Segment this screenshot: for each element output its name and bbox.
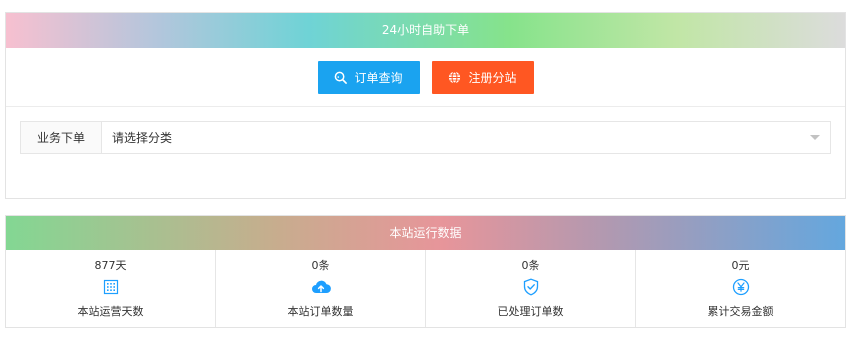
stat-operating-days: 877天 本站运营天数 <box>6 250 216 327</box>
stat-total-amount: 0元 累计交易金额 <box>636 250 845 327</box>
globe-icon <box>448 70 461 84</box>
order-panel: 24小时自助下单 订单查询 注册分站 业务下单 请选择分类 <box>5 12 846 199</box>
stats-panel: 本站运行数据 877天 本站运营天数 0条 本站订单数量 0条 已处理订单数 0… <box>5 215 846 328</box>
search-icon <box>334 71 348 84</box>
chevron-down-icon <box>810 135 820 140</box>
yen-circle-icon <box>732 276 750 298</box>
stat-value: 877天 <box>94 259 127 272</box>
order-query-label: 订单查询 <box>354 70 403 85</box>
order-button-row: 订单查询 注册分站 <box>6 48 845 107</box>
category-label: 业务下单 <box>21 122 102 153</box>
stat-label: 本站订单数量 <box>287 305 354 318</box>
stat-value: 0元 <box>731 259 750 272</box>
stat-value: 0条 <box>521 259 540 272</box>
calendar-icon <box>103 276 119 298</box>
cloud-upload-icon <box>311 276 331 298</box>
order-panel-title: 24小时自助下单 <box>6 13 845 48</box>
category-select[interactable]: 请选择分类 <box>102 122 830 153</box>
category-select-value: 请选择分类 <box>112 131 173 145</box>
category-select-row: 业务下单 请选择分类 <box>20 121 831 154</box>
register-substation-button[interactable]: 注册分站 <box>431 60 534 94</box>
order-query-button[interactable]: 订单查询 <box>317 60 420 94</box>
register-substation-label: 注册分站 <box>468 70 517 85</box>
stat-value: 0条 <box>311 259 330 272</box>
stat-order-count: 0条 本站订单数量 <box>216 250 426 327</box>
shield-check-icon <box>523 276 539 298</box>
stat-label: 已处理订单数 <box>497 305 564 318</box>
stat-label: 累计交易金额 <box>707 305 774 318</box>
stat-label: 本站运营天数 <box>77 305 144 318</box>
stats-grid: 877天 本站运营天数 0条 本站订单数量 0条 已处理订单数 0元 累计交易金… <box>6 250 845 327</box>
stat-processed-orders: 0条 已处理订单数 <box>426 250 636 327</box>
stats-panel-title: 本站运行数据 <box>6 216 845 250</box>
